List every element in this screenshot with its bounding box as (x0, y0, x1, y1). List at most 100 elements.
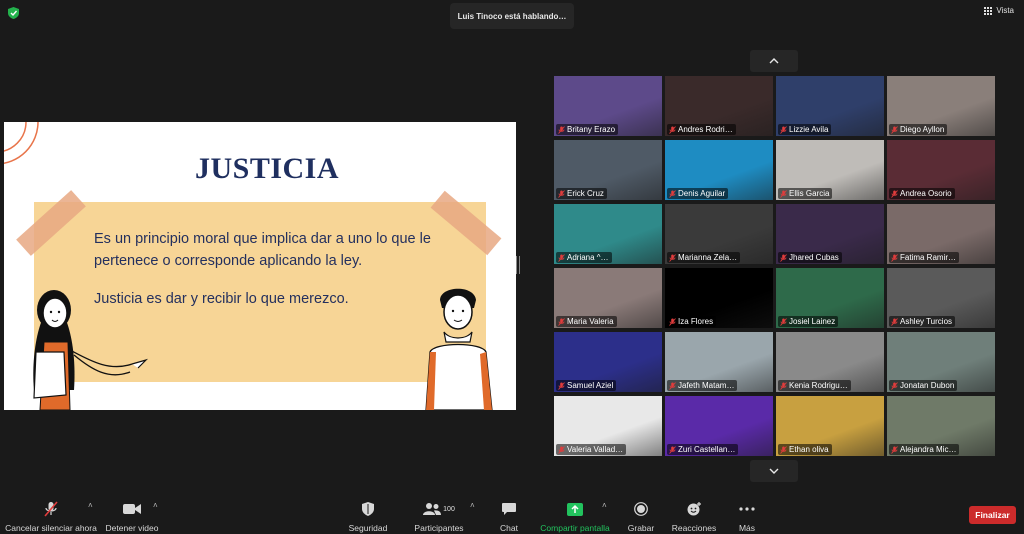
participant-name-tag: Denis Aguilar (667, 188, 729, 199)
participants-button[interactable]: 100 Participantes (412, 501, 466, 533)
participant-name-tag: Andrea Osorio (889, 188, 955, 199)
participants-count: 100 (443, 505, 455, 513)
record-button[interactable]: Grabar (626, 501, 656, 533)
mic-muted-icon (891, 125, 898, 134)
participant-name: Erick Cruz (567, 189, 604, 198)
chat-label: Chat (500, 523, 518, 533)
zoom-meeting-window: Luis Tinoco está hablando… Vista JUSTICI… (0, 0, 1024, 534)
participant-tile[interactable]: Ashley Turcios (887, 268, 995, 328)
grid-view-icon (984, 6, 993, 15)
mic-muted-icon (669, 189, 676, 198)
gallery-page-down-button[interactable] (750, 460, 798, 482)
participant-tile[interactable]: Fatima Ramir… (887, 204, 995, 264)
reactions-button[interactable]: Reacciones (672, 501, 716, 533)
participant-name-tag: Alejandra Mic… (889, 444, 960, 455)
reactions-label: Reacciones (671, 523, 717, 533)
participant-tile[interactable]: Denis Aguilar (665, 140, 773, 200)
participant-tile[interactable]: Iza Flores (665, 268, 773, 328)
participant-name-tag: Marianna Zela… (667, 252, 741, 263)
mic-muted-icon (558, 253, 565, 262)
participant-name-tag: Erick Cruz (556, 188, 607, 199)
participant-tile[interactable]: Erick Cruz (554, 140, 662, 200)
mic-muted-icon (891, 445, 898, 454)
participant-tile[interactable]: Jhared Cubas (776, 204, 884, 264)
participant-name-tag: Josiel Lainez (778, 316, 839, 327)
participant-name-tag: Britany Erazo (556, 124, 619, 135)
security-label: Seguridad (348, 523, 388, 533)
participant-tile[interactable]: Andrea Osorio (887, 140, 995, 200)
split-view-handle[interactable] (516, 256, 520, 274)
mic-muted-icon (669, 125, 676, 134)
participant-name: Josiel Lainez (789, 317, 836, 326)
participant-name: Ellis Garcia (789, 189, 830, 198)
participant-tile[interactable]: Kenia Rodrigu… (776, 332, 884, 392)
participant-tile[interactable]: Ethan oliva (776, 396, 884, 456)
audio-options-caret-icon[interactable]: ˄ (88, 501, 93, 510)
participant-name-tag: Samuel Aziel (556, 380, 617, 391)
participant-name: Ashley Turcios (900, 317, 953, 326)
chevron-down-icon (769, 468, 779, 474)
smiley-plus-icon (687, 502, 701, 516)
meeting-toolbar: Cancelar silenciar ahora ˄ Detener video… (0, 495, 1024, 534)
more-label: Más (738, 523, 756, 533)
shield-check-icon[interactable] (8, 7, 19, 19)
record-icon (634, 502, 648, 516)
participant-name: Zuri Castellan… (678, 445, 736, 454)
participants-options-caret-icon[interactable]: ˄ (470, 501, 475, 510)
gallery-page-up-button[interactable] (750, 50, 798, 72)
participant-tile[interactable]: Maria Valeria (554, 268, 662, 328)
participant-name: Andrea Osorio (900, 189, 952, 198)
participant-tile[interactable]: Britany Erazo (554, 76, 662, 136)
participant-tile[interactable]: Ellis Garcia (776, 140, 884, 200)
participant-tile[interactable]: Samuel Aziel (554, 332, 662, 392)
more-button[interactable]: Más (736, 501, 758, 533)
man-illustration (425, 288, 493, 410)
shared-screen: JUSTICIA Es un principio moral que impli… (4, 122, 516, 410)
participant-tile[interactable]: Valeria Vallad… (554, 396, 662, 456)
unmute-button[interactable]: Cancelar silenciar ahora (5, 501, 97, 533)
participant-name: Jafeth Matam… (678, 381, 735, 390)
participant-name-tag: Jafeth Matam… (667, 380, 738, 391)
chevron-up-icon (769, 58, 779, 64)
participant-name-tag: Kenia Rodrigu… (778, 380, 851, 391)
participant-tile[interactable]: Lizzie Avila (776, 76, 884, 136)
slide-title: JUSTICIA (194, 152, 340, 185)
participant-tile[interactable]: Josiel Lainez (776, 268, 884, 328)
participant-name-tag: Fatima Ramir… (889, 252, 960, 263)
unmute-label: Cancelar silenciar ahora (5, 523, 97, 533)
participant-tile[interactable]: Jafeth Matam… (665, 332, 773, 392)
mic-off-icon (44, 501, 58, 517)
participants-label: Participantes (414, 523, 464, 533)
participant-tile[interactable]: Zuri Castellan… (665, 396, 773, 456)
stop-video-button[interactable]: Detener video (104, 501, 160, 533)
end-meeting-button[interactable]: Finalizar (969, 506, 1016, 524)
mic-muted-icon (669, 381, 676, 390)
participant-tile[interactable]: Alejandra Mic… (887, 396, 995, 456)
chat-button[interactable]: Chat (498, 501, 520, 533)
mic-muted-icon (669, 445, 676, 454)
participant-tile[interactable]: Jonatan Dubon (887, 332, 995, 392)
mic-muted-icon (558, 317, 565, 326)
video-options-caret-icon[interactable]: ˄ (153, 501, 158, 510)
participant-name: Fatima Ramir… (900, 253, 957, 262)
view-button[interactable]: Vista (984, 6, 1014, 15)
participant-name: Marianna Zela… (678, 253, 738, 262)
participant-name: Diego Ayllon (900, 125, 945, 134)
participant-name: Britany Erazo (567, 125, 616, 134)
woman-illustration (33, 290, 149, 410)
participant-tile[interactable]: Adriana ^… (554, 204, 662, 264)
security-button[interactable]: Seguridad (346, 501, 390, 533)
participant-tile[interactable]: Diego Ayllon (887, 76, 995, 136)
participant-name-tag: Zuri Castellan… (667, 444, 739, 455)
participant-name: Alejandra Mic… (900, 445, 957, 454)
participant-name-tag: Andres Rodri… (667, 124, 736, 135)
active-speaker-text: Luis Tinoco está hablando… (457, 11, 567, 21)
participant-tile[interactable]: Marianna Zela… (665, 204, 773, 264)
share-screen-button[interactable]: Compartir pantalla (540, 501, 610, 533)
share-options-caret-icon[interactable]: ˄ (602, 501, 607, 510)
participant-tile[interactable]: Andres Rodri… (665, 76, 773, 136)
record-label: Grabar (627, 523, 655, 533)
chat-bubble-icon (502, 502, 516, 515)
mic-muted-icon (558, 125, 565, 134)
mic-muted-icon (558, 445, 565, 454)
